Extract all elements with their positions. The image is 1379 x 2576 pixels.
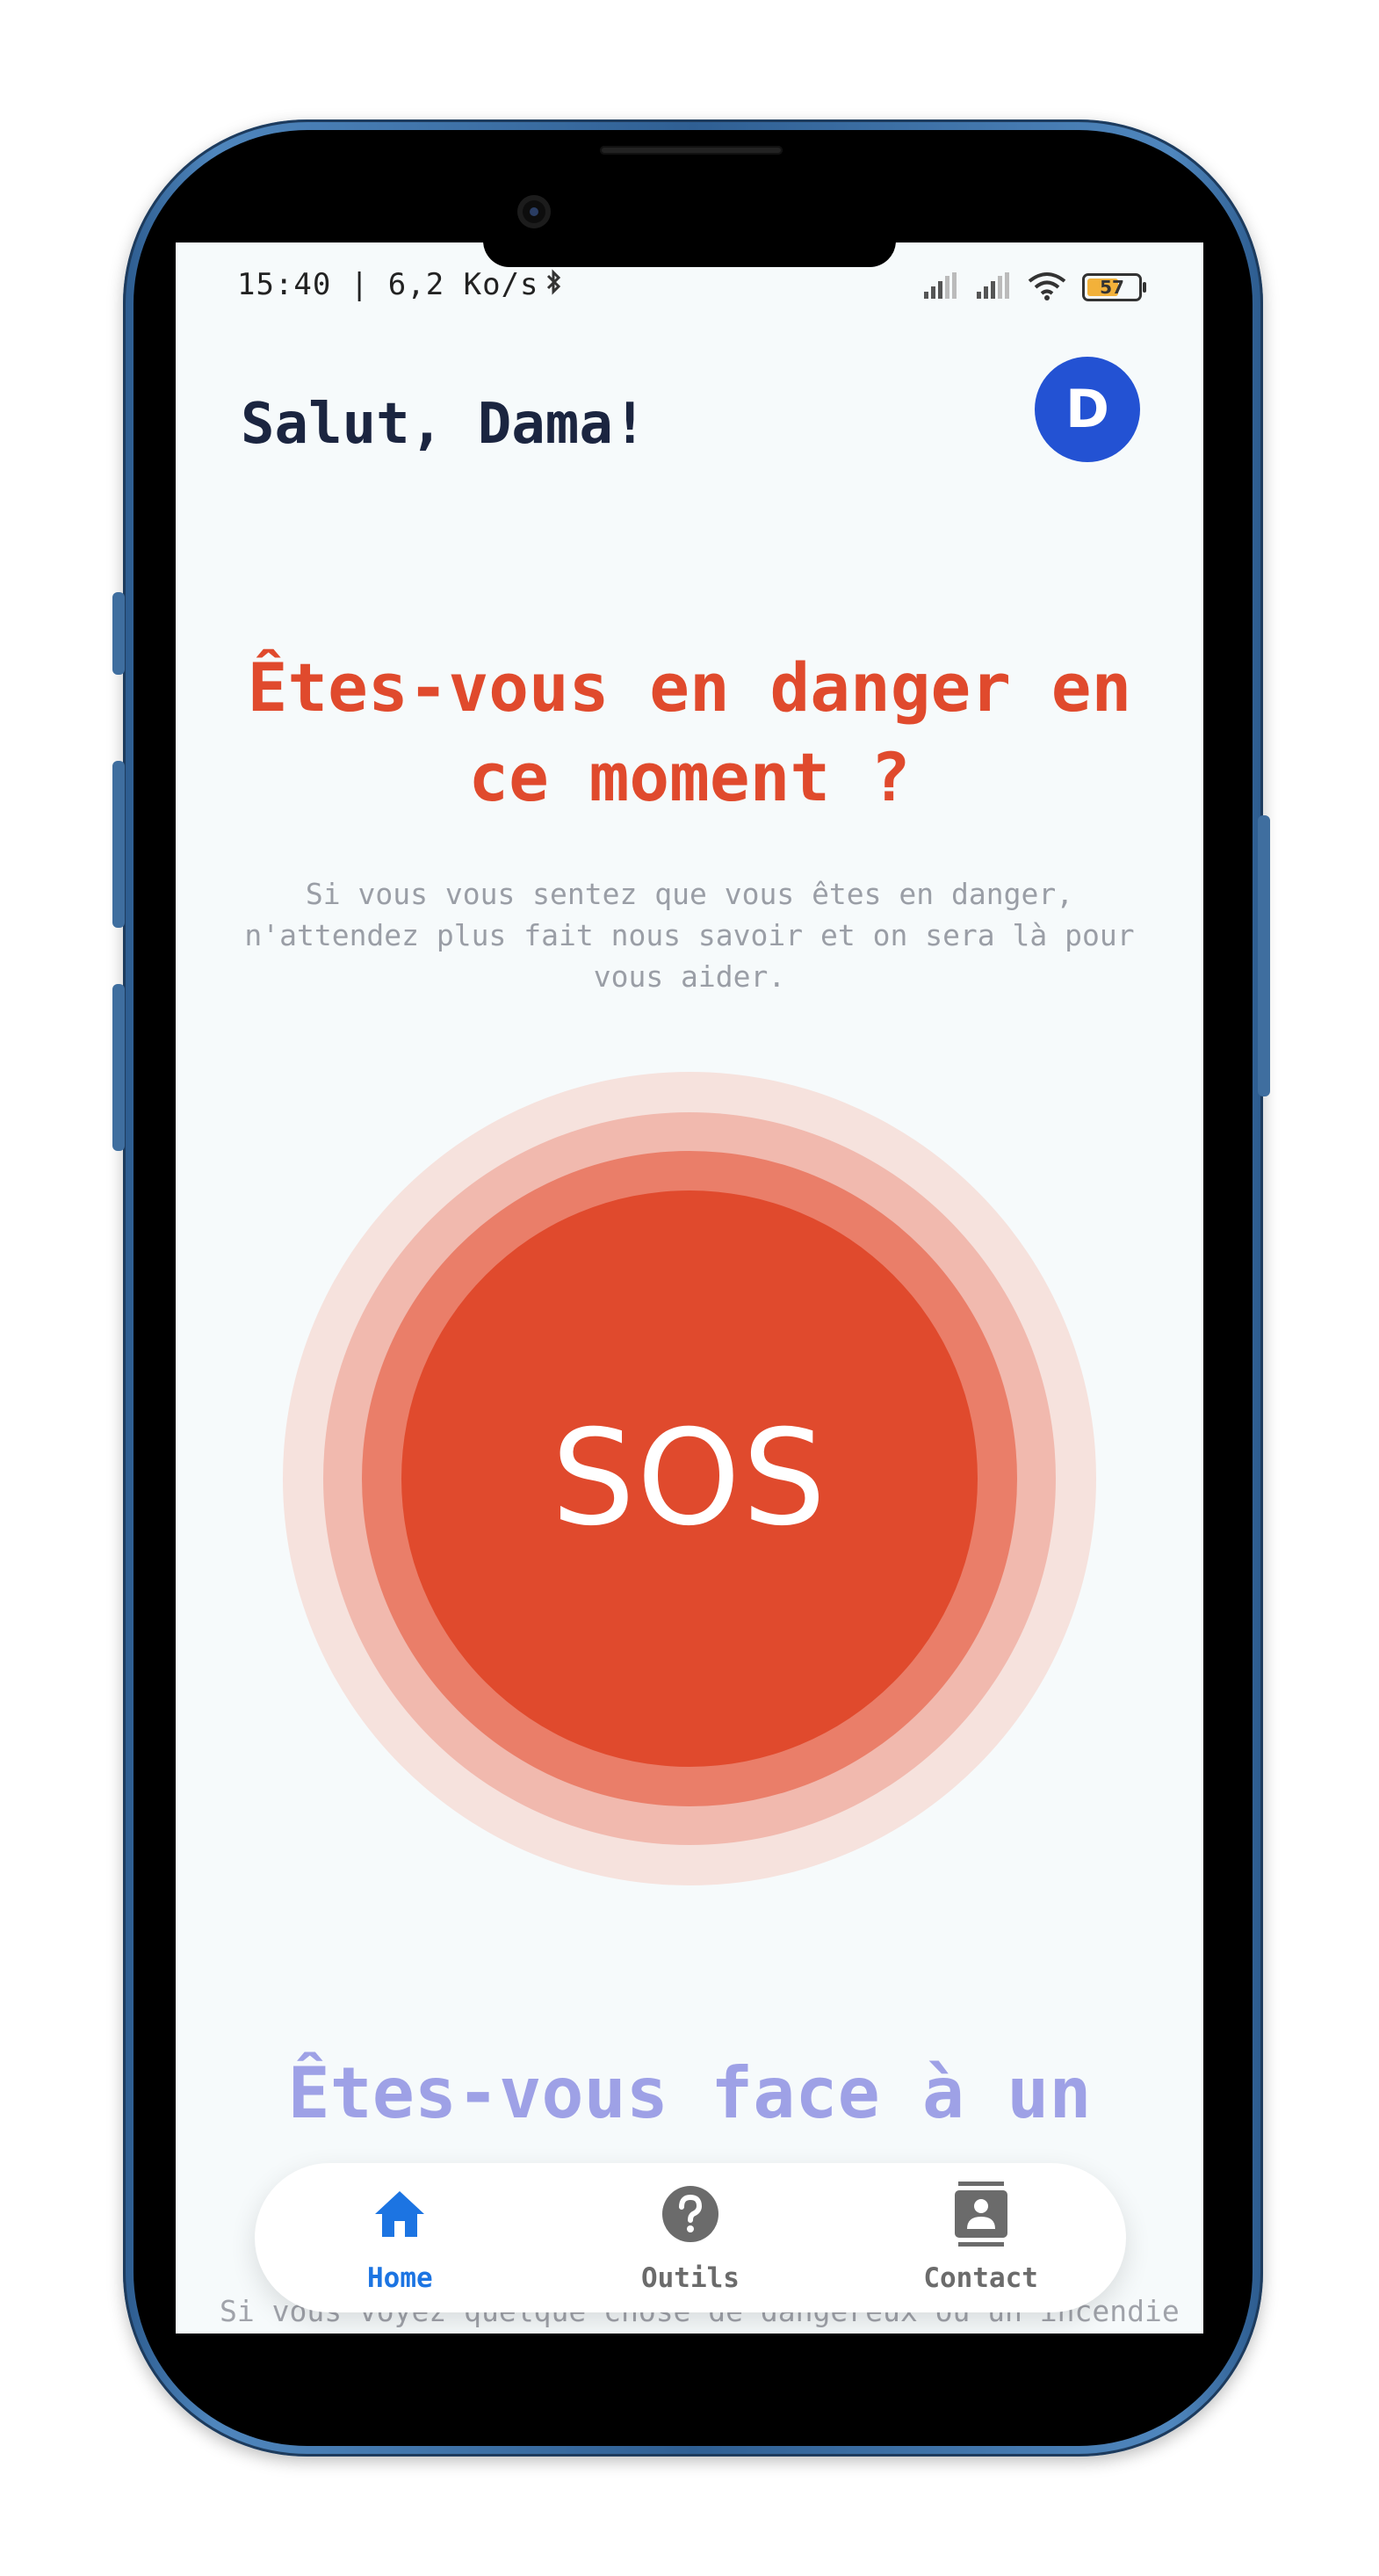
sos-button[interactable]: SOS xyxy=(401,1190,978,1767)
fire-question-title: Êtes-vous face à un xyxy=(287,2052,1092,2134)
front-camera xyxy=(517,195,551,228)
power-button xyxy=(1258,815,1270,1096)
nav-label-home: Home xyxy=(367,2262,433,2294)
sos-section: SOS xyxy=(176,242,1203,2334)
help-icon xyxy=(658,2182,723,2247)
contact-icon xyxy=(949,2182,1014,2247)
bottom-navigation: Home Outils Contact xyxy=(255,2163,1126,2312)
home-icon xyxy=(367,2182,432,2247)
mute-switch xyxy=(112,592,125,675)
app-screen: 15:40 | 6,2 Ko/s 57 Salut, Dama! D Êtes-… xyxy=(176,242,1203,2334)
earpiece-speaker xyxy=(600,146,783,155)
nav-item-home[interactable]: Home xyxy=(290,2182,509,2294)
volume-down-button xyxy=(112,984,125,1151)
volume-up-button xyxy=(112,761,125,928)
nav-label-contact: Contact xyxy=(923,2262,1038,2294)
nav-item-contact[interactable]: Contact xyxy=(871,2182,1091,2294)
battery-level: 57 xyxy=(1100,277,1124,298)
nav-item-outils[interactable]: Outils xyxy=(581,2182,800,2294)
nav-label-outils: Outils xyxy=(640,2262,740,2294)
